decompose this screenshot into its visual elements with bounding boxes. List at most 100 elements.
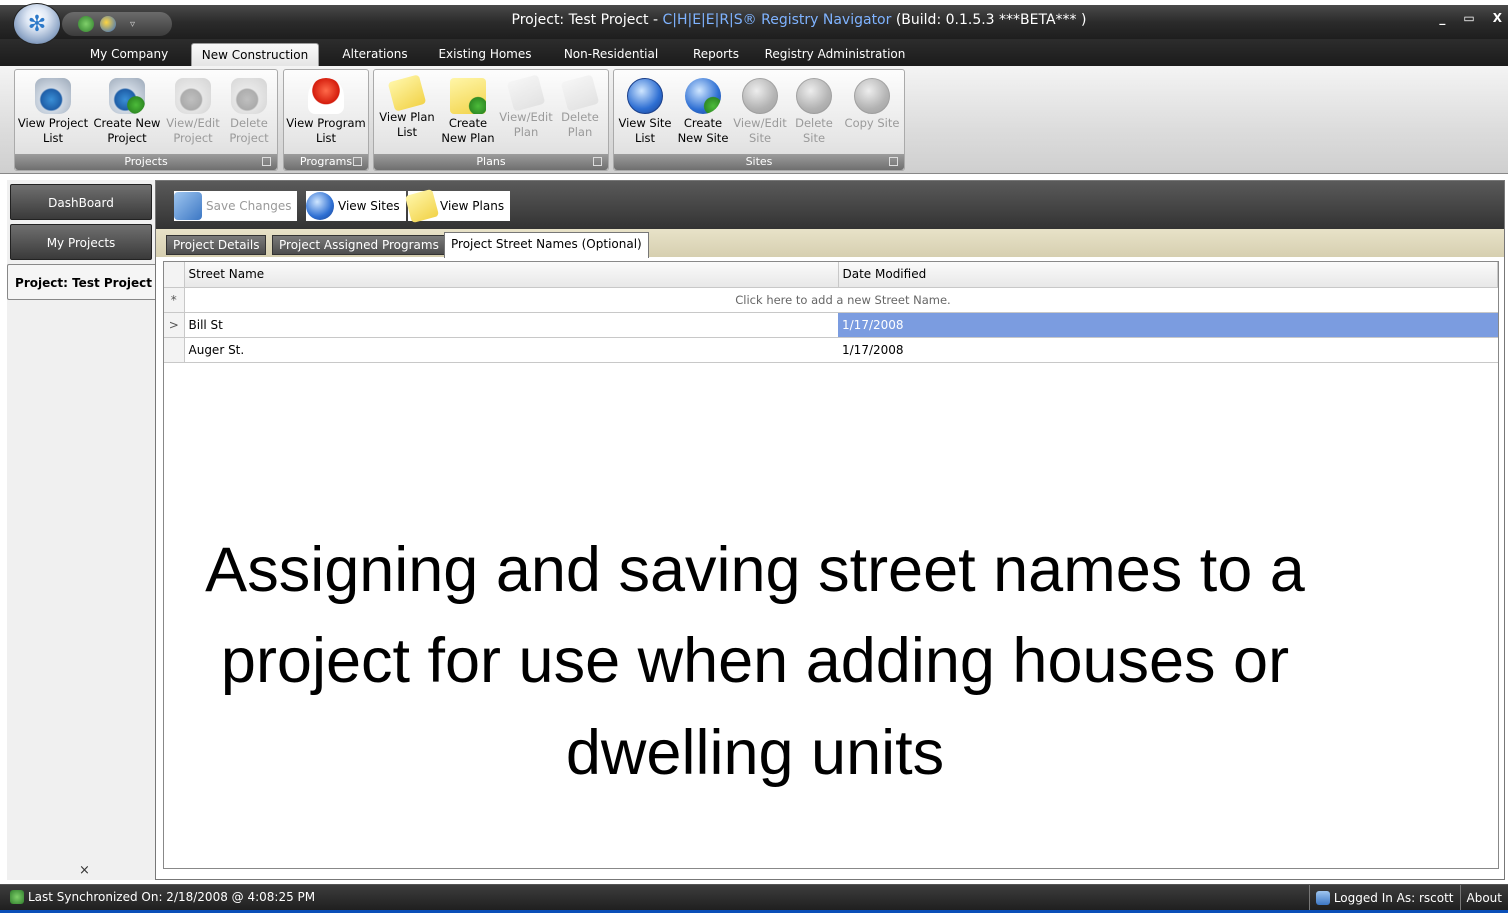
street-names-table: Street Name Date Modified * Click here t… — [164, 262, 1498, 363]
sync-icon[interactable] — [78, 16, 94, 32]
delete-plan-button[interactable]: Delete Plan — [554, 72, 606, 152]
ribbon-group-programs: View Program List Programs. — [283, 69, 369, 171]
award-ribbon-icon — [308, 78, 344, 114]
jar-add-icon — [109, 78, 145, 114]
tab-project-assigned-programs[interactable]: Project Assigned Programs — [272, 235, 446, 255]
note-icon — [387, 74, 427, 112]
tab-my-company[interactable]: My Company — [82, 43, 176, 67]
nav-dashboard[interactable]: DashBoard — [10, 184, 152, 220]
view-edit-site-button[interactable]: View/Edit Site — [732, 72, 788, 152]
group-label-projects: Projects. — [15, 154, 277, 170]
app-orb-button[interactable]: ✻ — [13, 3, 61, 45]
dialog-launcher-icon[interactable]: . — [353, 157, 362, 166]
column-header-street-name[interactable]: Street Name — [184, 262, 839, 288]
user-card-icon — [1315, 891, 1330, 905]
row-header — [164, 337, 185, 363]
restore-button[interactable]: ▭ — [1463, 11, 1474, 25]
table-row[interactable]: Auger St. 1/17/2008 — [164, 337, 1498, 363]
window-title: Project: Test Project - C|H|E|E|R|S® Reg… — [0, 5, 1508, 35]
globe-view-icon — [742, 78, 778, 114]
ribbon-tab-bar: My Company New Construction Alterations … — [0, 39, 1508, 67]
note-icon — [404, 188, 440, 224]
view-edit-project-button[interactable]: View/Edit Project — [165, 72, 221, 152]
minimize-button[interactable]: _ — [1439, 11, 1445, 25]
create-new-site-button[interactable]: Create New Site — [674, 72, 732, 152]
ribbon: View Project List Create New Project Vie… — [0, 66, 1508, 174]
date-modified-cell[interactable]: 1/17/2008 — [838, 337, 1498, 363]
customize-qat-icon[interactable]: ▿ — [130, 19, 135, 30]
sync-status: Last Synchronized On: 2/18/2008 @ 4:08:2… — [10, 890, 315, 904]
dialog-launcher-icon[interactable]: . — [593, 157, 602, 166]
tab-registry-administration[interactable]: Registry Administration — [760, 43, 910, 67]
delete-project-button[interactable]: Delete Project — [221, 72, 277, 152]
close-nav-icon[interactable]: × — [79, 863, 90, 878]
window-title-brand: C|H|E|E|R|S® Registry Navigator — [662, 12, 892, 28]
window-controls: _ ▭ X — [1439, 11, 1502, 25]
tab-project-details[interactable]: Project Details — [166, 235, 267, 255]
close-button[interactable]: X — [1493, 11, 1502, 25]
view-program-list-button[interactable]: View Program List — [286, 72, 366, 152]
add-street-name-prompt[interactable]: Click here to add a new Street Name. — [184, 287, 1498, 313]
tab-reports[interactable]: Reports — [682, 43, 750, 67]
view-plans-button[interactable]: View Plans — [404, 188, 511, 224]
save-icon — [174, 192, 202, 220]
globe-delete-icon — [796, 78, 832, 114]
project-toolbar: Save Changes View Sites View Plans — [156, 181, 1504, 229]
save-changes-button[interactable]: Save Changes — [174, 191, 298, 221]
globe-icon — [306, 192, 334, 220]
street-names-grid: Street Name Date Modified * Click here t… — [163, 261, 1499, 869]
nav-my-projects[interactable]: My Projects — [10, 224, 152, 260]
logged-in-status: Logged In As: rscott — [1308, 885, 1460, 911]
view-project-list-button[interactable]: View Project List — [17, 72, 89, 152]
group-label-sites: Sites. — [614, 154, 904, 170]
group-label-plans: Plans. — [374, 154, 608, 170]
jar-view-icon — [175, 78, 211, 114]
group-label-programs: Programs. — [284, 154, 368, 170]
date-modified-cell[interactable]: 1/17/2008 — [838, 312, 1498, 338]
globe-help-icon[interactable] — [100, 16, 116, 32]
status-bar: Last Synchronized On: 2/18/2008 @ 4:08:2… — [0, 884, 1508, 911]
note-add-icon — [450, 78, 486, 114]
tab-project-street-names[interactable]: Project Street Names (Optional) — [444, 232, 649, 258]
globe-icon — [627, 78, 663, 114]
ribbon-group-sites: View Site List Create New Site View/Edit… — [613, 69, 905, 171]
new-row[interactable]: * Click here to add a new Street Name. — [164, 287, 1498, 313]
column-header-date-modified[interactable]: Date Modified — [838, 262, 1498, 288]
new-row-marker: * — [164, 287, 185, 313]
quick-access-toolbar: ▿ — [62, 12, 172, 36]
create-new-plan-button[interactable]: Create New Plan — [438, 72, 498, 152]
note-view-icon — [506, 74, 546, 112]
window-title-suffix: (Build: 0.1.5.3 ***BETA*** ) — [891, 12, 1087, 28]
street-name-cell[interactable]: Auger St. — [184, 337, 838, 363]
note-delete-icon — [560, 74, 600, 112]
snowflake-logo-icon: ✻ — [27, 11, 47, 37]
view-site-list-button[interactable]: View Site List — [616, 72, 674, 152]
tab-alterations[interactable]: Alterations — [333, 43, 417, 67]
row-header-corner — [164, 262, 185, 288]
globe-copy-icon — [854, 78, 890, 114]
sync-icon — [10, 890, 24, 904]
ribbon-group-projects: View Project List Create New Project Vie… — [14, 69, 278, 171]
tab-non-residential[interactable]: Non-Residential — [555, 43, 667, 67]
view-edit-plan-button[interactable]: View/Edit Plan — [498, 72, 554, 152]
about-button[interactable]: About — [1459, 885, 1508, 911]
copy-site-button[interactable]: Copy Site — [840, 72, 904, 152]
tab-existing-homes[interactable]: Existing Homes — [432, 43, 538, 67]
view-plan-list-button[interactable]: View Plan List — [376, 72, 438, 152]
ribbon-group-plans: View Plan List Create New Plan View/Edit… — [373, 69, 609, 171]
tab-new-construction[interactable]: New Construction — [191, 43, 319, 67]
dialog-launcher-icon[interactable]: . — [262, 157, 271, 166]
create-new-project-button[interactable]: Create New Project — [91, 72, 163, 152]
left-navigation: DashBoard My Projects Project: Test Proj… — [7, 180, 159, 880]
table-row[interactable]: > Bill St 1/17/2008 — [164, 312, 1498, 338]
street-name-cell[interactable]: Bill St — [184, 312, 838, 338]
nav-project-test-project[interactable]: Project: Test Project — [7, 264, 159, 300]
content-pane: Save Changes View Sites View Plans Proje… — [155, 180, 1505, 880]
delete-site-button[interactable]: Delete Site — [788, 72, 840, 152]
dialog-launcher-icon[interactable]: . — [889, 157, 898, 166]
status-right: Logged In As: rscott About — [1308, 885, 1508, 911]
title-bar: Project: Test Project - C|H|E|E|R|S® Reg… — [0, 5, 1508, 39]
project-subtabs: Project Details Project Assigned Program… — [156, 229, 1504, 258]
window-title-prefix: Project: Test Project - — [511, 12, 663, 28]
view-sites-button[interactable]: View Sites — [306, 191, 406, 221]
